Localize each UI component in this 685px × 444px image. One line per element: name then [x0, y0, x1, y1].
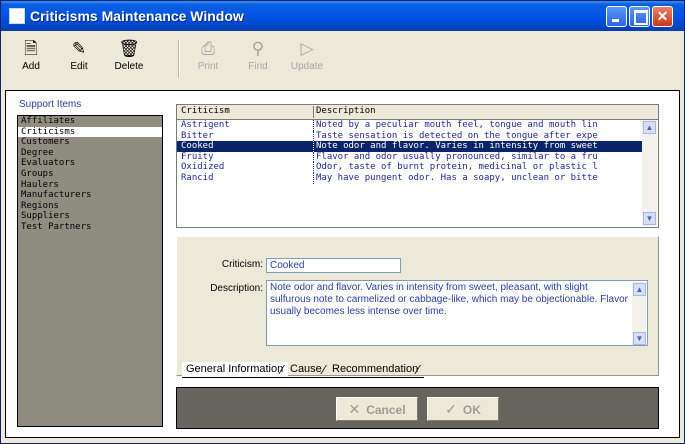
maximize-icon	[634, 10, 648, 25]
table-row[interactable]: Oxidized Odor, taste of burnt protein, m…	[177, 162, 642, 173]
scroll-down-icon[interactable]: ▼	[643, 212, 656, 225]
support-item[interactable]: Degree	[18, 148, 162, 159]
delete-button[interactable]: 🗑 Delete	[108, 38, 150, 72]
table-row[interactable]: Cooked Note odor and flavor. Varies in i…	[177, 141, 642, 152]
window-icon	[9, 8, 25, 24]
description-cell: Note odor and flavor. Varies in intensit…	[313, 141, 645, 152]
support-item[interactable]: Evaluators	[18, 158, 162, 169]
criticism-grid[interactable]: Criticism Description Astrigent Noted by…	[176, 104, 659, 228]
tab-divider: ∕	[417, 362, 420, 377]
criticism-field[interactable]: Cooked	[266, 258, 401, 273]
criticism-field-label: Criticism:	[221, 259, 263, 270]
support-item[interactable]: Suppliers	[18, 211, 162, 222]
grid-rows: Astrigent Noted by a peculiar mouth feel…	[177, 120, 642, 184]
description-cell: May have pungent odor. Has a soapy, uncl…	[313, 172, 645, 184]
criticism-cell: Cooked	[181, 141, 214, 152]
trash-icon: 🗑	[118, 39, 140, 58]
detail-panel: Criticism: Cooked Description: Note odor…	[176, 236, 659, 376]
add-button[interactable]: 🗎 Add	[10, 38, 52, 72]
criticism-cell: Bitter	[181, 130, 214, 141]
grid-scrollbar[interactable]: ▲ ▼	[642, 120, 657, 226]
support-items-list[interactable]: Affiliates Criticisms Customers Degree E…	[17, 115, 163, 427]
client-area: Support Items Affiliates Criticisms Cust…	[5, 90, 680, 438]
table-row[interactable]: Astrigent Noted by a peculiar mouth feel…	[177, 120, 642, 131]
x-icon: ✕	[348, 401, 361, 417]
description-cell: Taste sensation is detected on the tongu…	[313, 130, 645, 142]
print-button[interactable]: ⎙ Print	[187, 38, 229, 72]
cancel-label: Cancel	[366, 403, 406, 417]
support-item[interactable]: Manufacturers	[18, 190, 162, 201]
support-item[interactable]: Haulers	[18, 180, 162, 191]
tab-divider: ∕	[281, 362, 284, 377]
table-row[interactable]: Fruity Flavor and odor usually pronounce…	[177, 151, 645, 163]
check-icon: ✓	[445, 401, 457, 417]
column-header-criticism[interactable]: Criticism	[181, 106, 230, 116]
window-title: Criticisms Maintenance Window	[30, 8, 244, 24]
title-bar[interactable]: Criticisms Maintenance Window ✕	[1, 1, 684, 31]
edit-label: Edit	[70, 61, 88, 72]
support-item[interactable]: Test Partners	[18, 222, 162, 233]
scroll-down-icon[interactable]: ▼	[633, 332, 646, 345]
column-header-description[interactable]: Description	[313, 106, 376, 118]
edit-icon: ✎	[71, 39, 87, 58]
delete-label: Delete	[114, 61, 144, 72]
support-items-label: Support Items	[19, 99, 82, 110]
ok-label: OK	[462, 403, 481, 417]
support-item[interactable]: Regions	[18, 201, 162, 212]
add-icon: 🗎	[24, 39, 38, 58]
printer-icon: ⎙	[201, 39, 215, 58]
tab-divider: ∕	[323, 362, 326, 377]
update-label: Update	[290, 61, 324, 72]
description-scroll-track[interactable]: ▲ ▼	[632, 282, 646, 345]
close-button[interactable]: ✕	[652, 6, 673, 27]
cancel-button[interactable]: ✕ Cancel	[336, 397, 418, 421]
description-text: Note odor and flavor. Varies in intensit…	[270, 282, 628, 317]
find-button[interactable]: ⚲ Find	[237, 38, 279, 72]
grid-header: Criticism Description	[177, 105, 658, 120]
update-button[interactable]: ▷ Update	[286, 38, 328, 72]
button-bar: ✕ Cancel ✓ OK	[176, 387, 659, 429]
support-item[interactable]: Customers	[18, 137, 162, 148]
tab-recommendation[interactable]: Recommendation	[328, 362, 424, 378]
description-cell: Noted by a peculiar mouth feel, tongue a…	[313, 120, 645, 131]
edit-button[interactable]: ✎ Edit	[58, 38, 100, 72]
support-item[interactable]: Groups	[18, 169, 162, 180]
print-label: Print	[197, 61, 219, 72]
add-label: Add	[22, 61, 40, 72]
update-icon: ▷	[300, 39, 314, 58]
support-item[interactable]: Criticisms	[18, 126, 162, 138]
criticism-cell: Oxidized	[181, 162, 225, 173]
description-cell: Flavor and odor usually pronounced, simi…	[313, 151, 645, 163]
description-field[interactable]: Note odor and flavor. Varies in intensit…	[266, 280, 648, 346]
find-icon: ⚲	[251, 39, 265, 58]
maximize-button[interactable]	[629, 6, 650, 27]
criticism-cell: Fruity	[181, 151, 214, 162]
toolbar-separator	[178, 40, 180, 78]
tab-general-information[interactable]: General Information	[182, 362, 288, 378]
criticism-cell: Astrigent	[181, 120, 230, 130]
close-icon: ✕	[656, 8, 669, 24]
find-label: Find	[248, 61, 268, 72]
criticisms-maintenance-window: Criticisms Maintenance Window ✕ 🗎 Add ✎ …	[0, 0, 685, 444]
minimize-button[interactable]	[606, 6, 627, 27]
toolbar: 🗎 Add ✎ Edit 🗑 Delete ⎙ Print ⚲ Find ▷ U…	[5, 32, 680, 89]
scroll-up-icon[interactable]: ▲	[633, 283, 646, 296]
description-scrollbar[interactable]: ▲ ▼	[632, 282, 646, 345]
description-cell: Odor, taste of burnt protein, medicinal …	[313, 162, 645, 173]
minimize-icon	[612, 19, 619, 22]
criticism-cell: Rancid	[181, 172, 214, 183]
support-item[interactable]: Affiliates	[18, 116, 162, 127]
description-field-label: Description:	[210, 283, 263, 294]
table-row[interactable]: Rancid May have pungent odor. Has a soap…	[177, 172, 645, 184]
ok-button[interactable]: ✓ OK	[427, 397, 499, 421]
table-row[interactable]: Bitter Taste sensation is detected on th…	[177, 130, 645, 142]
scroll-up-icon[interactable]: ▲	[643, 121, 656, 134]
